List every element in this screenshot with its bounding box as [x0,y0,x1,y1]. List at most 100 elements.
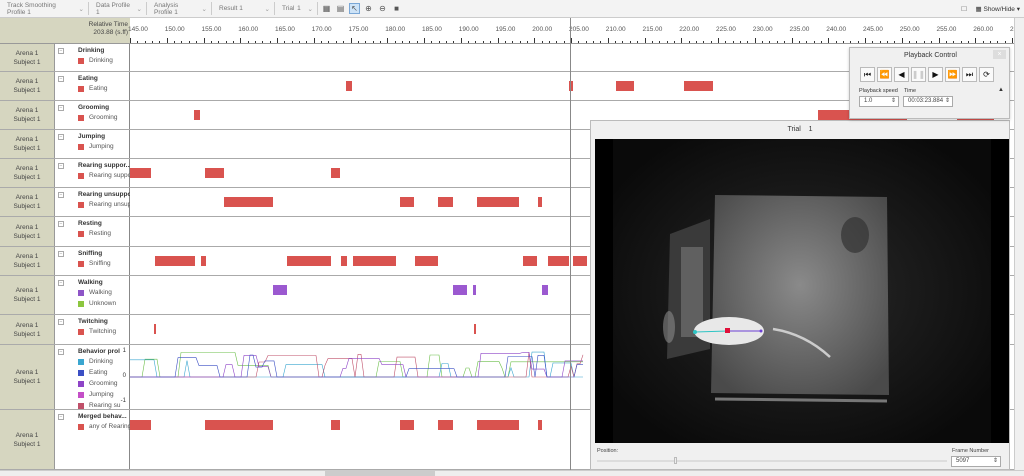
event-bar[interactable] [201,256,206,266]
event-bar[interactable] [340,256,347,266]
event-bar[interactable] [352,256,397,266]
step-forward-icon[interactable]: ⏩ [945,67,960,82]
legend-item[interactable]: Walking [78,289,130,296]
collapse-toggle-icon[interactable]: − [58,319,64,325]
vertical-scrollbar[interactable] [1014,18,1024,470]
video-frame[interactable] [595,139,1009,443]
time-cursor[interactable] [570,18,572,470]
position-thumb[interactable] [674,457,677,464]
legend-item[interactable]: Twitching [78,328,130,335]
event-bar[interactable] [154,324,156,334]
zoom-out-icon[interactable]: ⊖ [377,3,388,14]
legend-item[interactable]: Eating [78,85,130,92]
collapse-icon[interactable]: ▲ [998,87,1004,93]
legend-item[interactable]: Jumping [78,143,130,150]
event-bar[interactable] [193,110,200,120]
event-bar[interactable] [346,81,352,91]
horizontal-scrollbar[interactable] [0,470,1024,476]
collapse-toggle-icon[interactable]: − [58,192,64,198]
event-bar[interactable] [287,256,331,266]
event-bar[interactable] [273,285,288,295]
color-swatch [78,260,84,267]
event-bar[interactable] [523,256,538,266]
event-bar[interactable] [204,420,274,430]
collapse-toggle-icon[interactable]: − [58,134,64,140]
event-bar[interactable] [415,256,438,266]
event-bar[interactable] [537,197,543,207]
play-icon[interactable]: ▶ [928,67,943,82]
event-bar[interactable] [573,256,588,266]
time-ruler[interactable]: 145.00 150.00 155.00 160.00 165.00 170.00 175.… [128,18,1024,44]
event-bar[interactable] [476,197,519,207]
legend-item[interactable]: Rearing unsupp [78,201,130,208]
event-bar[interactable] [476,420,519,430]
event-bar[interactable] [437,420,453,430]
pause-icon[interactable]: ❚❚ [911,67,926,82]
analysis-profile-dropdown[interactable]: Analysis Profile 1 ⌄ [150,2,212,16]
event-bar[interactable] [452,285,467,295]
spinner-icon[interactable]: ⇕ [993,457,998,466]
legend-item[interactable]: Unknown [78,300,130,307]
collapse-toggle-icon[interactable]: − [58,221,64,227]
event-bar[interactable] [224,197,274,207]
event-bar[interactable] [437,197,453,207]
time-input[interactable]: 00:03:23.884 ⇕ [903,96,953,107]
collapse-toggle-icon[interactable]: − [58,280,64,286]
window-icon[interactable]: □ [959,3,970,14]
table-icon[interactable]: ▤ [335,3,346,14]
data-profile-dropdown[interactable]: Data Profile 1 ⌄ [92,2,147,16]
event-bar[interactable] [537,420,543,430]
event-bar[interactable] [473,285,477,295]
event-bar[interactable] [330,420,341,430]
legend-item[interactable]: Resting [78,230,130,237]
collapse-toggle-icon[interactable]: − [58,48,64,54]
event-bar[interactable] [542,285,549,295]
spinner-icon[interactable]: ⇕ [891,97,896,106]
event-bar[interactable] [330,168,341,178]
collapse-toggle-icon[interactable]: − [58,163,64,169]
go-to-start-icon[interactable]: ⏮ [860,67,875,82]
event-bar[interactable] [130,168,152,178]
position-slider[interactable] [597,457,947,464]
collapse-toggle-icon[interactable]: − [58,105,64,111]
event-bar[interactable] [615,81,635,91]
result-dropdown[interactable]: Result 1 ⌄ [215,2,275,15]
event-bar[interactable] [399,420,414,430]
pointer-icon[interactable]: ↖ [349,3,360,14]
speed-input[interactable]: 1.0 ⇕ [859,96,899,107]
frame-number-input[interactable]: 5097 ⇕ [951,456,1001,467]
collapse-toggle-icon[interactable]: − [58,349,64,355]
grid-icon[interactable]: ▦ [321,3,332,14]
ruler-tick-label: 160.00 [238,26,259,33]
legend-item[interactable]: Sniffing [78,260,130,267]
collapse-toggle-icon[interactable]: − [58,414,64,420]
legend-item[interactable]: Grooming [78,380,130,387]
event-bar[interactable] [399,197,414,207]
legend-item[interactable]: Grooming [78,114,130,121]
legend-item[interactable]: any of Rearing [78,423,130,430]
camera-icon[interactable]: ■ [391,3,402,14]
go-to-end-icon[interactable]: ⏭ [962,67,977,82]
event-bar[interactable] [130,420,152,430]
track-smoothing-dropdown[interactable]: Track Smoothing Profile 1 ⌄ [3,2,89,16]
event-bar[interactable] [684,81,713,91]
collapse-toggle-icon[interactable]: − [58,76,64,82]
legend-item[interactable]: Jumping [78,391,130,398]
legend-item[interactable]: Rearing suppor [78,172,130,179]
legend-item[interactable]: Drinking [78,57,130,64]
event-bar[interactable] [473,324,477,334]
collapse-toggle-icon[interactable]: − [58,251,64,257]
zoom-in-icon[interactable]: ⊕ [363,3,374,14]
show-hide-button[interactable]: ▦ Show/Hide ▾ [976,5,1020,13]
ruler-tick [328,41,330,43]
event-bar[interactable] [154,256,195,266]
play-reverse-icon[interactable]: ◀ [894,67,909,82]
trial-dropdown[interactable]: Trial 1 ⌄ [278,2,318,15]
event-bar[interactable] [204,168,225,178]
legend-item[interactable]: Drinking [78,358,130,365]
event-bar[interactable] [548,256,569,266]
step-back-icon[interactable]: ⏪ [877,67,892,82]
close-icon[interactable]: × [993,50,1006,59]
spinner-icon[interactable]: ⇕ [945,97,950,106]
loop-icon[interactable]: ⟳ [979,67,994,82]
